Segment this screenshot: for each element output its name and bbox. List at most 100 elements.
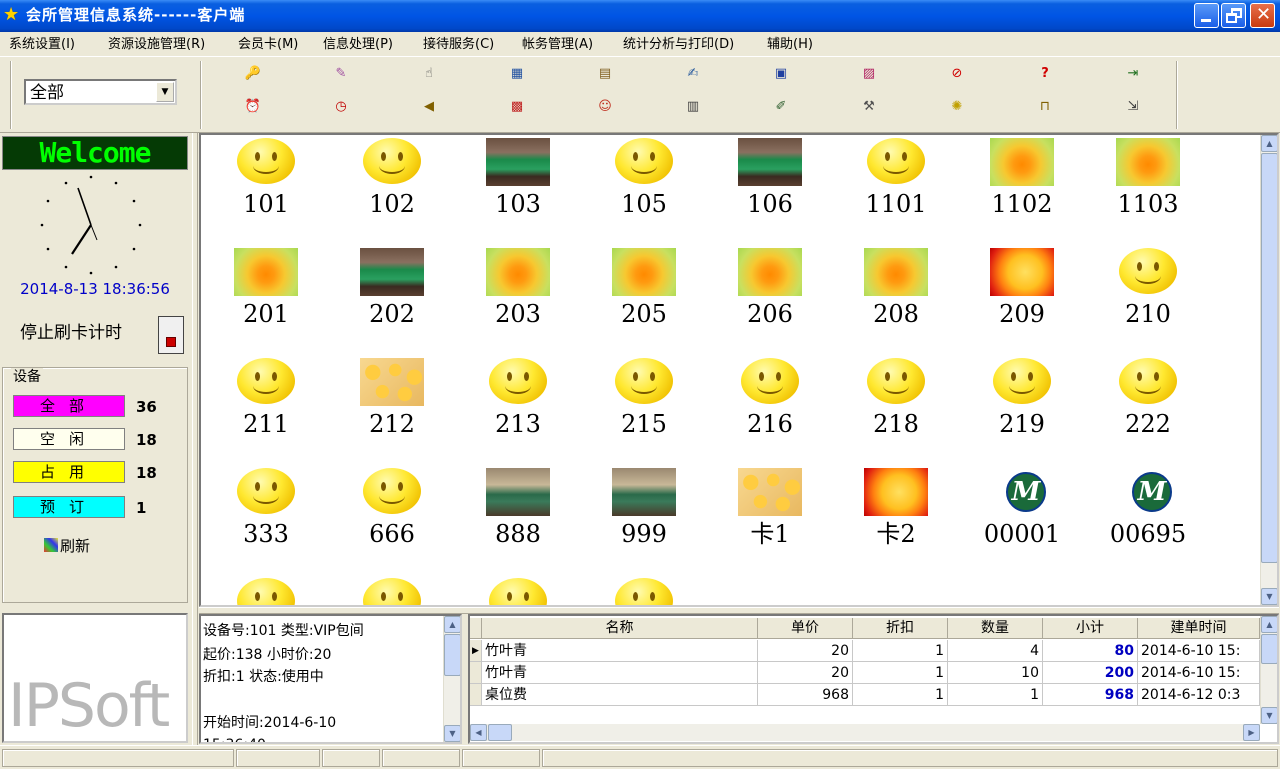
room-tile[interactable]: 201: [211, 248, 321, 348]
scroll-thumb[interactable]: [444, 634, 460, 676]
grid-header-name[interactable]: 名称: [482, 618, 758, 639]
export-icon[interactable]: ⇥: [1124, 65, 1142, 83]
room-tile[interactable]: 103: [463, 138, 573, 238]
room-tile[interactable]: 208: [841, 248, 951, 348]
room-tile[interactable]: 888: [463, 468, 573, 568]
row-indicator-icon[interactable]: ▶: [470, 640, 482, 662]
room-tile[interactable]: 卡1: [715, 468, 825, 568]
grid-cell-subtotal[interactable]: 80: [1043, 640, 1138, 662]
grid-cell-time[interactable]: 2014-6-10 15:: [1138, 640, 1260, 662]
scroll-up-icon[interactable]: ▲: [444, 616, 460, 633]
key-icon[interactable]: 🔑: [244, 65, 262, 83]
room-tile[interactable]: 卡2: [841, 468, 951, 568]
note-icon[interactable]: ✐: [772, 98, 790, 116]
grid-cell-qty[interactable]: 4: [948, 640, 1043, 662]
clipboard-icon[interactable]: ▤: [596, 65, 614, 83]
grid-header-price[interactable]: 单价: [758, 618, 853, 639]
stat-occupied-button[interactable]: 占用: [13, 461, 125, 483]
grid-cell-discount[interactable]: 1: [853, 684, 948, 706]
grid-cell-price[interactable]: 20: [758, 662, 853, 684]
room-tile[interactable]: [211, 578, 321, 605]
menu-system-settings[interactable]: 系统设置(I): [9, 36, 75, 53]
device-filter-select[interactable]: 全部 ▼: [24, 79, 177, 105]
grid-cell-name[interactable]: 竹叶青: [482, 640, 758, 662]
stat-idle-button[interactable]: 空闲: [13, 428, 125, 450]
room-tile[interactable]: 222: [1093, 358, 1203, 458]
room-tile[interactable]: 203: [463, 248, 573, 348]
bulb-icon[interactable]: ✺: [948, 98, 966, 116]
room-tile[interactable]: 215: [589, 358, 699, 458]
grid-cell-time[interactable]: 2014-6-10 15:: [1138, 662, 1260, 684]
chart-icon[interactable]: ▨: [860, 65, 878, 83]
scroll-up-icon[interactable]: ▲: [1261, 616, 1277, 633]
calendar-grid-icon[interactable]: ▩: [508, 98, 526, 116]
room-tile[interactable]: 216: [715, 358, 825, 458]
title-bar[interactable]: ★ 会所管理信息系统------客户端 ✕: [0, 0, 1280, 32]
room-tile[interactable]: 00695: [1093, 468, 1203, 568]
calculator-icon[interactable]: ▥: [684, 98, 702, 116]
scroll-thumb[interactable]: [1261, 634, 1277, 664]
room-tile[interactable]: [589, 578, 699, 605]
paint-icon[interactable]: ✎: [332, 65, 350, 83]
scroll-thumb[interactable]: [1261, 153, 1277, 563]
room-tile[interactable]: 202: [337, 248, 447, 348]
grid-vertical-scrollbar[interactable]: ▲ ▼: [1260, 616, 1277, 724]
info-vertical-scrollbar[interactable]: ▲ ▼: [443, 616, 460, 742]
room-tile[interactable]: 1103: [1093, 138, 1203, 238]
horizontal-splitter[interactable]: [199, 607, 1279, 614]
room-tile[interactable]: 1102: [967, 138, 1077, 238]
exit-icon[interactable]: ⇲: [1124, 98, 1142, 116]
grid-cell-price[interactable]: 968: [758, 684, 853, 706]
menu-help[interactable]: 辅助(H): [767, 36, 813, 53]
refresh-button[interactable]: 刷新: [44, 536, 90, 556]
maximize-button[interactable]: [1221, 3, 1246, 28]
tools-icon[interactable]: ⚒: [860, 98, 878, 116]
menu-accounts[interactable]: 帐务管理(A): [522, 36, 593, 53]
calendar-icon[interactable]: ▦: [508, 65, 526, 83]
grid-horizontal-scrollbar[interactable]: ◀ ▶: [470, 724, 1260, 741]
grid-cell-qty[interactable]: 1: [948, 684, 1043, 706]
room-tile[interactable]: 101: [211, 138, 321, 238]
grid-header-qty[interactable]: 数量: [948, 618, 1043, 639]
room-tile[interactable]: 1101: [841, 138, 951, 238]
lock-icon[interactable]: ⊓: [1036, 98, 1054, 116]
room-tile[interactable]: 219: [967, 358, 1077, 458]
room-tile[interactable]: 211: [211, 358, 321, 458]
vertical-splitter[interactable]: [192, 133, 198, 745]
menu-resource-management[interactable]: 资源设施管理(R): [108, 36, 205, 53]
room-tile[interactable]: [463, 578, 573, 605]
room-tile[interactable]: 105: [589, 138, 699, 238]
grid-header-time[interactable]: 建单时间: [1138, 618, 1260, 639]
grid-cell-name[interactable]: 桌位费: [482, 684, 758, 706]
clock-icon[interactable]: ◷: [332, 98, 350, 116]
table-icon[interactable]: ▣: [772, 65, 790, 83]
close-button[interactable]: ✕: [1250, 3, 1275, 28]
scroll-right-icon[interactable]: ▶: [1243, 724, 1260, 741]
edit-icon[interactable]: ✍: [684, 65, 702, 83]
menu-reception-service[interactable]: 接待服务(C): [423, 36, 494, 53]
menu-statistics-print[interactable]: 统计分析与打印(D): [623, 36, 734, 53]
speaker-icon[interactable]: ◀: [420, 98, 438, 116]
room-tile[interactable]: 210: [1093, 248, 1203, 348]
row-indicator-icon[interactable]: [470, 684, 482, 706]
room-tile[interactable]: 666: [337, 468, 447, 568]
room-tile[interactable]: 102: [337, 138, 447, 238]
stop-card-switch-button[interactable]: [158, 316, 184, 354]
room-tile[interactable]: 00001: [967, 468, 1077, 568]
people-icon[interactable]: ☺: [596, 98, 614, 116]
scroll-thumb[interactable]: [488, 724, 512, 741]
chevron-down-icon[interactable]: ▼: [156, 82, 174, 102]
room-tile[interactable]: 205: [589, 248, 699, 348]
alarm-icon[interactable]: ⏰: [244, 98, 262, 116]
menu-member-card[interactable]: 会员卡(M): [238, 36, 298, 53]
room-tile[interactable]: 106: [715, 138, 825, 238]
row-indicator-icon[interactable]: [470, 662, 482, 684]
grid-cell-qty[interactable]: 10: [948, 662, 1043, 684]
grid-cell-subtotal[interactable]: 968: [1043, 684, 1138, 706]
scroll-left-icon[interactable]: ◀: [470, 724, 487, 741]
no-icon[interactable]: ⊘: [948, 65, 966, 83]
scroll-down-icon[interactable]: ▼: [1261, 707, 1277, 724]
stat-all-button[interactable]: 全部: [13, 395, 125, 417]
menu-info-processing[interactable]: 信息处理(P): [323, 36, 393, 53]
help-icon[interactable]: ?: [1036, 65, 1054, 83]
